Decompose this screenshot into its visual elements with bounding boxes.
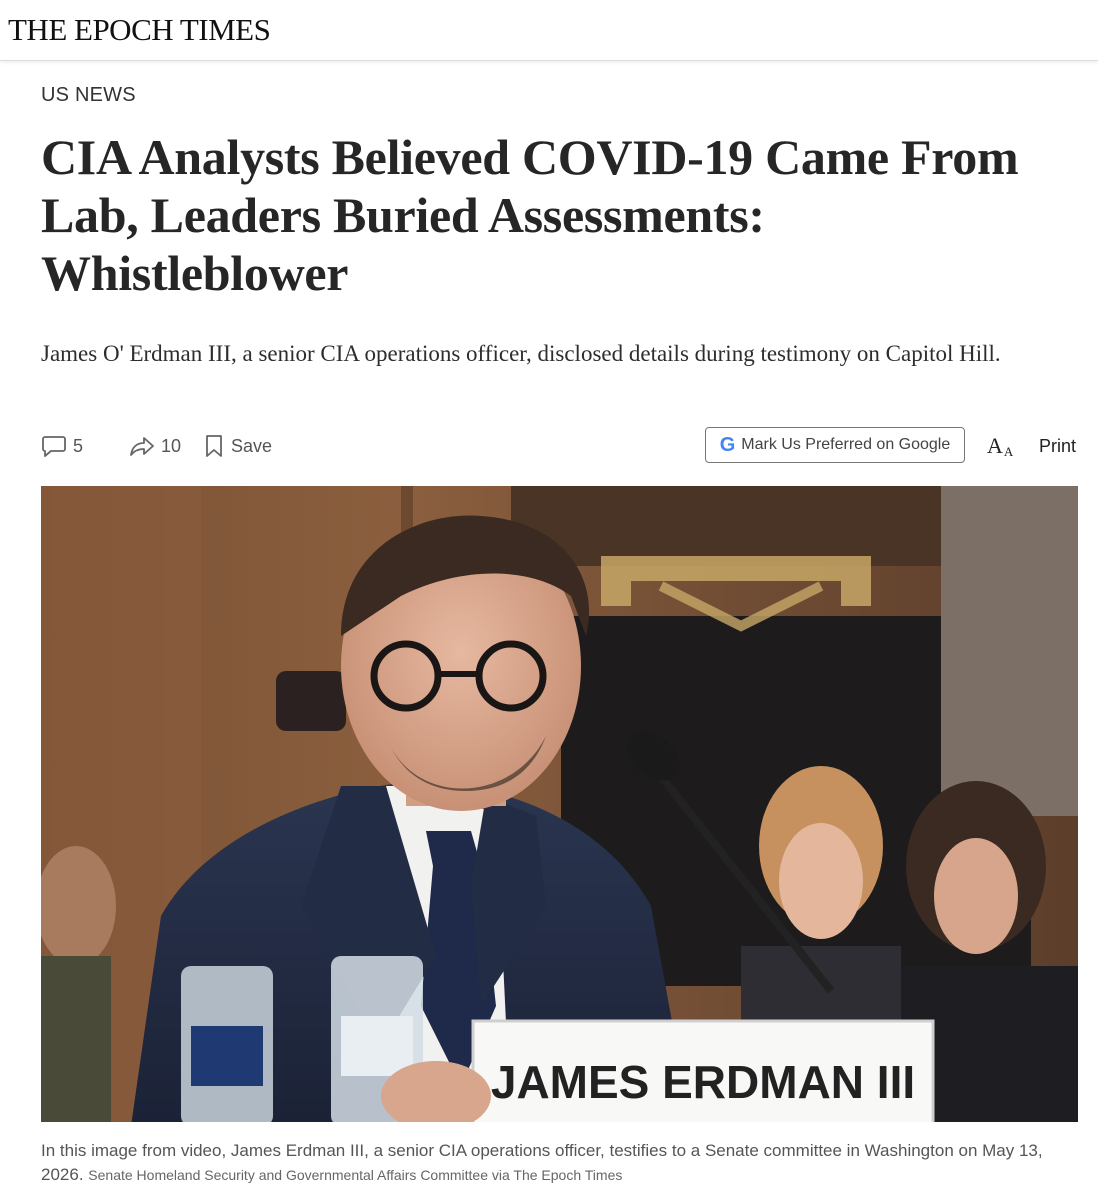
article-subhead: James O' Erdman III, a senior CIA operat… bbox=[41, 341, 1001, 366]
article-headline: CIA Analysts Believed COVID-19 Came From… bbox=[41, 129, 1019, 301]
google-preferred-button[interactable]: G Mark Us Preferred on Google bbox=[705, 427, 965, 463]
bookmark-icon bbox=[203, 434, 225, 458]
masthead: THE EPOCH TIMES bbox=[0, 0, 1098, 61]
caption-credit: Senate Homeland Security and Governmenta… bbox=[88, 1167, 623, 1183]
google-button-label: Mark Us Preferred on Google bbox=[741, 436, 951, 453]
font-size-icon: AA bbox=[987, 433, 1014, 459]
image-caption: In this image from video, James Erdman I… bbox=[41, 1139, 1071, 1187]
share-icon bbox=[129, 434, 155, 458]
comments-button[interactable]: 5 bbox=[41, 426, 83, 466]
share-button[interactable]: 10 bbox=[129, 426, 181, 466]
article-actions-bar: 5 10 Save G Mark Us Preferred on Google … bbox=[41, 426, 1078, 466]
shares-count: 10 bbox=[161, 435, 182, 456]
nameplate-text: JAMES ERDMAN III bbox=[491, 1056, 915, 1108]
article-hero-image: JAMES ERDMAN III bbox=[41, 486, 1078, 1122]
site-logo[interactable]: THE EPOCH TIMES bbox=[8, 12, 271, 48]
section-link[interactable]: US NEWS bbox=[41, 84, 136, 107]
save-label: Save bbox=[231, 435, 273, 456]
font-size-button[interactable]: AA bbox=[987, 426, 1013, 466]
save-button[interactable]: Save bbox=[203, 426, 272, 466]
comments-count: 5 bbox=[73, 435, 84, 456]
google-icon: G bbox=[719, 433, 736, 456]
print-button[interactable]: Print bbox=[1039, 426, 1076, 466]
comment-icon bbox=[41, 434, 67, 458]
